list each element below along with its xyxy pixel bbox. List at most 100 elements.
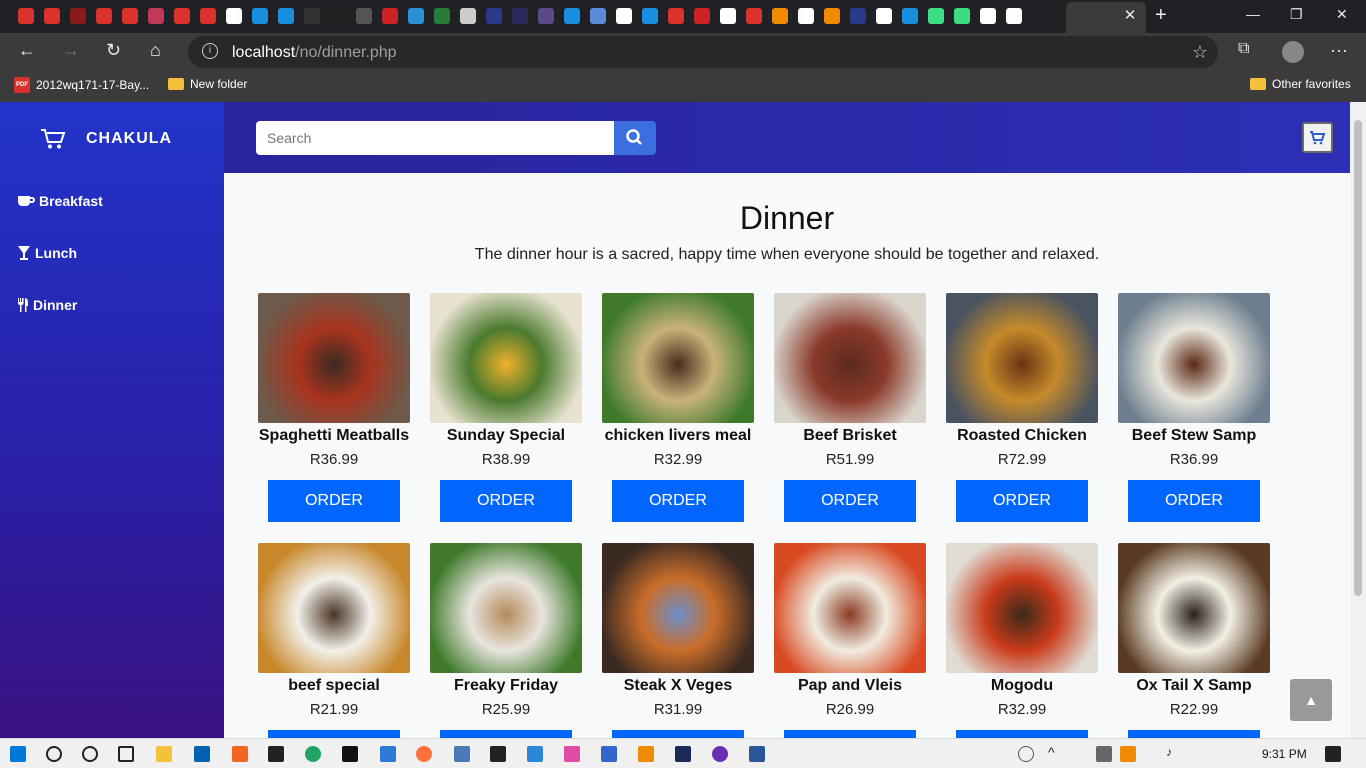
favorite-other-favorites[interactable]: Other favorites [1250, 77, 1351, 91]
order-button[interactable]: ORDER [784, 480, 916, 522]
terminal-icon[interactable] [342, 746, 358, 762]
scroll-to-top-button[interactable]: ▲ [1290, 679, 1332, 721]
volume-icon[interactable]: ♪ [1166, 745, 1182, 761]
scrollbar-thumb[interactable] [1354, 120, 1362, 596]
tab-favicon-icon[interactable] [278, 8, 294, 24]
maximize-icon[interactable]: ❐ [1290, 6, 1303, 23]
tab-favicon-icon[interactable] [174, 8, 190, 24]
tab-favicon-icon[interactable] [44, 8, 60, 24]
tab-favicon-icon[interactable] [824, 8, 840, 24]
tab-favicon-icon[interactable] [70, 8, 86, 24]
back-icon[interactable]: ← [18, 40, 36, 61]
tab-favicon-icon[interactable] [382, 8, 398, 24]
address-bar[interactable]: i localhost/no/dinner.php ☆ [188, 36, 1218, 68]
search-taskbar-icon[interactable] [46, 746, 62, 762]
order-button[interactable]: ORDER [268, 730, 400, 738]
tab-close-icon[interactable]: ✕ [1120, 6, 1140, 26]
sidebar-item-dinner[interactable]: Dinner [17, 297, 77, 313]
tab-favicon-icon[interactable] [434, 8, 450, 24]
order-button[interactable]: ORDER [612, 480, 744, 522]
tab-favicon-icon[interactable] [798, 8, 814, 24]
people-icon[interactable] [1018, 746, 1034, 762]
tab-favicon-icon[interactable] [538, 8, 554, 24]
store-icon[interactable] [490, 746, 506, 762]
app-icon[interactable] [712, 746, 728, 762]
search-button[interactable] [614, 121, 656, 155]
firefox-icon[interactable] [416, 746, 432, 762]
favorite-pdf-link[interactable]: PDF 2012wq171-17-Bay... [14, 77, 149, 93]
tray-icon[interactable] [1096, 746, 1112, 762]
info-icon[interactable]: i [202, 43, 218, 59]
app-icon[interactable] [675, 746, 691, 762]
tab-favicon-icon[interactable] [746, 8, 762, 24]
order-button[interactable]: ORDER [784, 730, 916, 738]
tab-favicon-icon[interactable] [564, 8, 580, 24]
vlc-icon[interactable] [638, 746, 654, 762]
tab-favicon-icon[interactable] [200, 8, 216, 24]
profile-avatar[interactable] [1282, 41, 1304, 63]
tab-favicon-icon[interactable] [408, 8, 424, 24]
sticky-notes-icon[interactable] [268, 746, 284, 762]
order-button[interactable]: ORDER [440, 480, 572, 522]
tab-favicon-icon[interactable] [1006, 8, 1022, 24]
xampp-icon[interactable] [232, 746, 248, 762]
tab-favicon-icon[interactable] [616, 8, 632, 24]
vertical-scrollbar[interactable] [1350, 102, 1366, 738]
tab-favicon-icon[interactable] [980, 8, 996, 24]
tab-favicon-icon[interactable] [304, 8, 320, 24]
tab-favicon-icon[interactable] [668, 8, 684, 24]
order-button[interactable]: ORDER [956, 730, 1088, 738]
tab-favicon-icon[interactable] [96, 8, 112, 24]
edge-icon[interactable] [305, 746, 321, 762]
tab-favicon-icon[interactable] [590, 8, 606, 24]
refresh-icon[interactable]: ↻ [106, 40, 121, 61]
file-explorer-icon[interactable] [156, 746, 172, 762]
order-button[interactable]: ORDER [440, 730, 572, 738]
vscode-icon[interactable] [380, 746, 396, 762]
vlc-tray-icon[interactable] [1120, 746, 1136, 762]
collections-icon[interactable]: ⧉ [1238, 40, 1249, 58]
order-button[interactable]: ORDER [612, 730, 744, 738]
tab-favicon-icon[interactable] [356, 8, 372, 24]
tab-favicon-icon[interactable] [954, 8, 970, 24]
tab-favicon-icon[interactable] [460, 8, 476, 24]
tab-favicon-icon[interactable] [876, 8, 892, 24]
brand[interactable]: CHAKULA [40, 128, 172, 150]
tab-favicon-icon[interactable] [226, 8, 242, 24]
sidebar-item-lunch[interactable]: Lunch [17, 245, 77, 261]
task-view-icon[interactable] [118, 746, 134, 762]
order-button[interactable]: ORDER [1128, 730, 1260, 738]
tab-favicon-icon[interactable] [18, 8, 34, 24]
home-icon[interactable]: ⌂ [150, 40, 161, 61]
more-menu-icon[interactable]: ··· [1330, 40, 1348, 61]
tab-favicon-icon[interactable] [850, 8, 866, 24]
new-tab-icon[interactable]: + [1155, 4, 1167, 27]
minimize-icon[interactable]: — [1246, 6, 1260, 22]
tab-favicon-icon[interactable] [928, 8, 944, 24]
taskbar-clock[interactable]: 9:31 PM [1262, 747, 1307, 761]
cortana-icon[interactable] [82, 746, 98, 762]
forward-icon[interactable]: → [62, 40, 80, 61]
tab-favicon-icon[interactable] [148, 8, 164, 24]
order-button[interactable]: ORDER [268, 480, 400, 522]
search-input[interactable] [256, 121, 614, 155]
favorite-star-icon[interactable]: ☆ [1192, 42, 1208, 63]
tab-favicon-icon[interactable] [486, 8, 502, 24]
tab-favicon-icon[interactable] [772, 8, 788, 24]
cart-button[interactable] [1302, 122, 1333, 153]
start-icon[interactable] [10, 746, 26, 762]
app-icon[interactable] [454, 746, 470, 762]
tab-favicon-icon[interactable] [694, 8, 710, 24]
app-icon[interactable] [527, 746, 543, 762]
tab-favicon-icon[interactable] [642, 8, 658, 24]
tab-favicon-icon[interactable] [122, 8, 138, 24]
tab-favicon-icon[interactable] [512, 8, 528, 24]
favorite-new-folder[interactable]: New folder [168, 77, 247, 91]
notification-icon[interactable] [1325, 746, 1341, 762]
sidebar-item-breakfast[interactable]: Breakfast [17, 193, 103, 209]
chevron-up-icon[interactable]: ^ [1048, 744, 1064, 760]
order-button[interactable]: ORDER [1128, 480, 1260, 522]
tab-favicon-icon[interactable] [720, 8, 736, 24]
app-icon[interactable] [601, 746, 617, 762]
order-button[interactable]: ORDER [956, 480, 1088, 522]
